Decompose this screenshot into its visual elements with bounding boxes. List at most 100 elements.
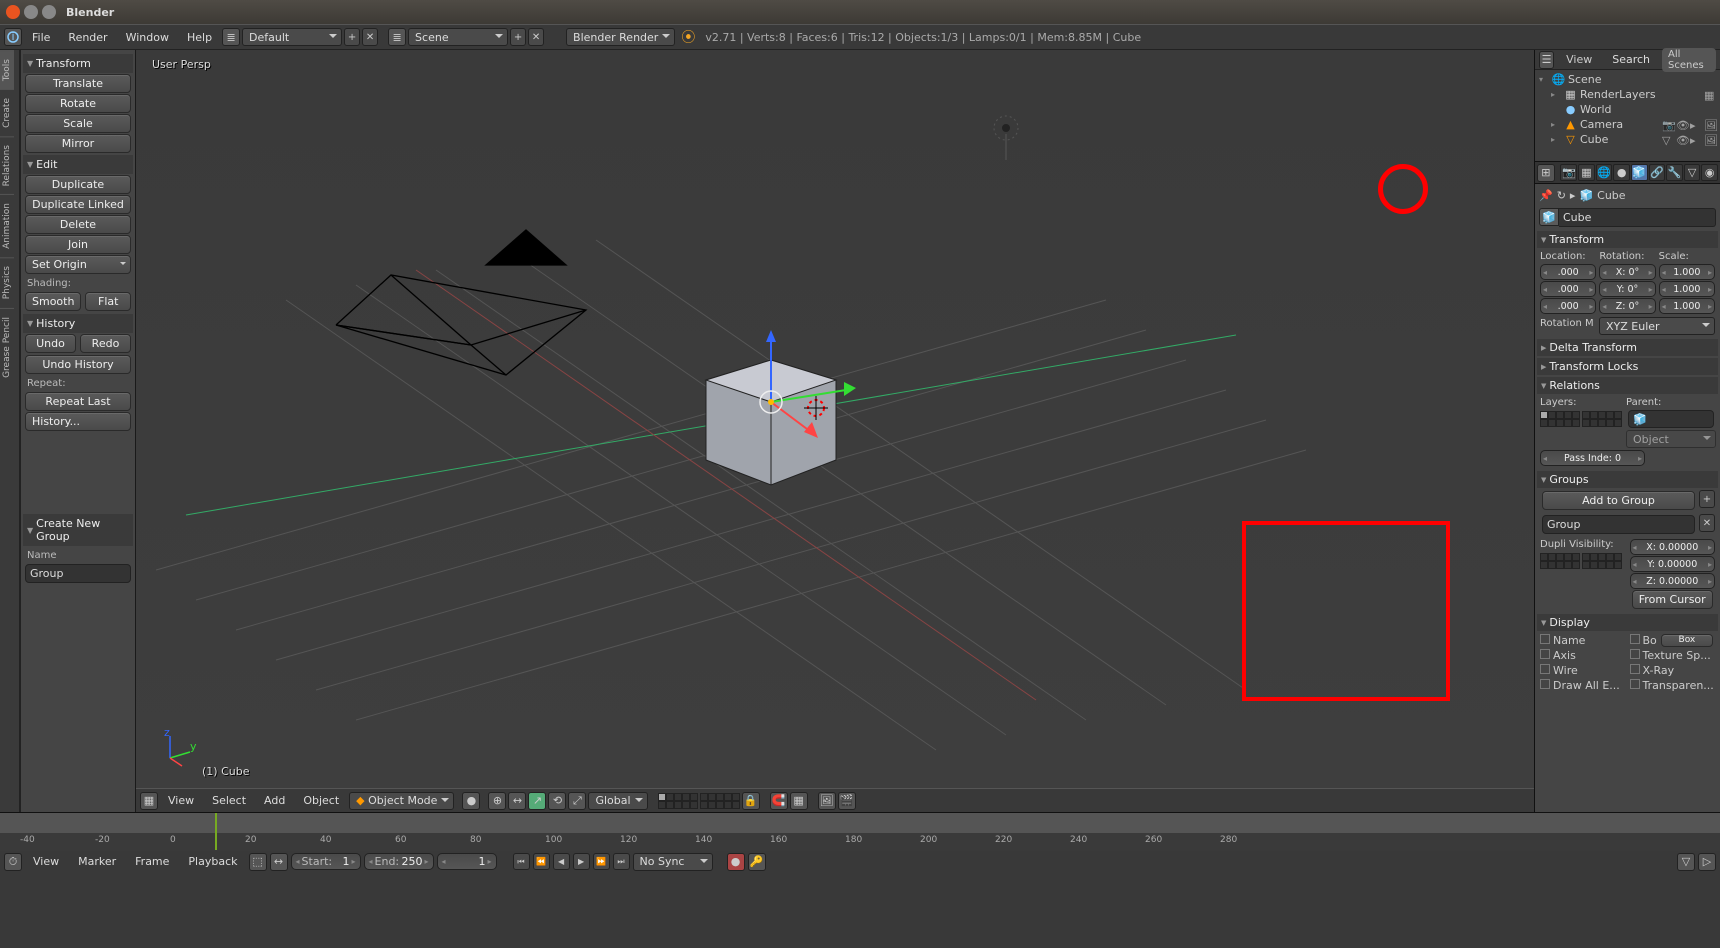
disp-wire-check[interactable]: Wire	[1553, 664, 1578, 677]
pivot-icon[interactable]: ⊕	[488, 792, 506, 810]
outliner-search[interactable]: Search	[1604, 50, 1658, 69]
layout-remove-button[interactable]: ✕	[362, 28, 378, 46]
close-icon[interactable]	[6, 5, 20, 19]
dupli-layers-grid[interactable]	[1540, 553, 1622, 569]
panel-transform-header[interactable]: Transform	[23, 54, 133, 73]
scale-gizmo-icon[interactable]: ⤢	[568, 792, 586, 810]
marker-next-icon[interactable]: ▷	[1698, 853, 1716, 871]
props-locks-header[interactable]: Transform Locks	[1537, 358, 1718, 375]
current-frame-field[interactable]: 1	[437, 853, 497, 870]
dupli-z-field[interactable]: Z: 0.00000	[1630, 573, 1716, 589]
jump-end-button[interactable]: ⏭	[613, 853, 630, 870]
tab-relations[interactable]: Relations	[0, 136, 14, 194]
outliner-filter[interactable]: All Scenes	[1662, 48, 1716, 72]
panel-history-header[interactable]: History	[23, 314, 133, 333]
disp-xray-check[interactable]: X-Ray	[1643, 664, 1675, 677]
rotmode-dropdown[interactable]: XYZ Euler	[1599, 317, 1715, 335]
loc-z-field[interactable]: .000	[1540, 298, 1596, 314]
scale-y-field[interactable]: 1.000	[1659, 281, 1715, 297]
menu-file[interactable]: File	[24, 28, 58, 47]
disp-tex-check[interactable]: Texture Sp...	[1643, 649, 1711, 662]
shading-solid-icon[interactable]: ●	[462, 792, 480, 810]
redo-button[interactable]: Redo	[80, 334, 131, 353]
parent-type-dropdown[interactable]: Object	[1626, 430, 1716, 448]
tree-world[interactable]: ●World	[1537, 102, 1718, 117]
editor-type-outliner-icon[interactable]: ☰	[1539, 51, 1554, 69]
remove-group-button[interactable]: ✕	[1699, 514, 1715, 532]
vp-menu-object[interactable]: Object	[295, 791, 347, 810]
layout-dropdown[interactable]: Default	[242, 28, 342, 46]
rotate-gizmo-icon[interactable]: ⟲	[548, 792, 566, 810]
maximize-icon[interactable]	[42, 5, 56, 19]
pin-icon[interactable]: 📌	[1539, 189, 1553, 202]
vp-menu-select[interactable]: Select	[204, 791, 254, 810]
undo-button[interactable]: Undo	[25, 334, 76, 353]
render-preview-icon[interactable]: 🖼	[818, 792, 836, 810]
join-button[interactable]: Join	[25, 235, 131, 254]
vp-menu-view[interactable]: View	[160, 791, 202, 810]
tree-cube[interactable]: ▸▽Cube▽👁▸🖼	[1537, 132, 1718, 147]
tab-constraints-icon[interactable]: 🔗	[1649, 164, 1666, 181]
play-button[interactable]: ▶	[573, 853, 590, 870]
tab-object-icon[interactable]: 🧊	[1631, 164, 1648, 181]
tab-material-icon[interactable]: ◉	[1701, 164, 1718, 181]
layout-browse-icon[interactable]: ≣	[222, 28, 240, 46]
tree-camera[interactable]: ▸▲Camera📷👁▸🖼	[1537, 117, 1718, 132]
editor-type-3dview-icon[interactable]: ▦	[140, 792, 158, 810]
tree-scene[interactable]: ▾🌐Scene	[1537, 72, 1718, 87]
rot-y-field[interactable]: Y: 0°	[1599, 281, 1655, 297]
history-list-button[interactable]: History...	[25, 412, 131, 431]
parent-field[interactable]: 🧊	[1628, 410, 1714, 428]
mode-dropdown[interactable]: ◆ Object Mode	[349, 792, 454, 810]
add-to-group-button[interactable]: Add to Group	[1542, 491, 1695, 510]
keying-set-icon[interactable]: 🔑	[748, 853, 766, 871]
tab-modifiers-icon[interactable]: 🔧	[1666, 164, 1683, 181]
jump-start-button[interactable]: ⏮	[513, 853, 530, 870]
marker-add-icon[interactable]: ▽	[1677, 853, 1695, 871]
menu-window[interactable]: Window	[118, 28, 177, 47]
next-key-button[interactable]: ⏩	[593, 853, 610, 870]
start-frame-field[interactable]: Start:1	[291, 853, 361, 870]
disp-box-button[interactable]: Box	[1661, 634, 1713, 647]
pass-index-field[interactable]: Pass Inde: 0	[1540, 450, 1645, 466]
editor-type-info-icon[interactable]: i	[4, 28, 22, 46]
layers-grid[interactable]	[1540, 411, 1622, 427]
panel-edit-header[interactable]: Edit	[23, 155, 133, 174]
editor-type-timeline-icon[interactable]: ⏱	[4, 853, 22, 871]
tab-grease-pencil[interactable]: Grease Pencil	[0, 308, 14, 386]
disp-bo-check[interactable]: Bo	[1643, 634, 1657, 647]
sync-dropdown[interactable]: No Sync	[633, 853, 713, 871]
tab-scene-icon[interactable]: 🌐	[1596, 164, 1613, 181]
orientation-dropdown[interactable]: Global	[588, 792, 647, 810]
scale-button[interactable]: Scale	[25, 114, 131, 133]
tl-menu-frame[interactable]: Frame	[127, 852, 177, 871]
props-display-header[interactable]: Display	[1537, 614, 1718, 631]
tab-create[interactable]: Create	[0, 89, 14, 136]
timeline-cursor[interactable]	[215, 813, 217, 850]
delete-button[interactable]: Delete	[25, 215, 131, 234]
undo-history-button[interactable]: Undo History	[25, 355, 131, 374]
dupli-y-field[interactable]: Y: 0.00000	[1630, 556, 1716, 572]
end-frame-field[interactable]: End:250	[364, 853, 434, 870]
object-name-field[interactable]: Cube	[1559, 208, 1716, 227]
translate-button[interactable]: Translate	[25, 74, 131, 93]
add-group-plus-button[interactable]: +	[1699, 490, 1715, 508]
lock-layers-icon[interactable]: 🔒	[742, 792, 760, 810]
snap-toggle-icon[interactable]: 🧲	[770, 792, 788, 810]
mirror-button[interactable]: Mirror	[25, 134, 131, 153]
set-origin-dropdown[interactable]: Set Origin	[25, 255, 131, 274]
flat-button[interactable]: Flat	[85, 292, 131, 311]
loc-x-field[interactable]: .000	[1540, 264, 1596, 280]
menu-help[interactable]: Help	[179, 28, 220, 47]
rotate-button[interactable]: Rotate	[25, 94, 131, 113]
scale-x-field[interactable]: 1.000	[1659, 264, 1715, 280]
tl-menu-playback[interactable]: Playback	[180, 852, 245, 871]
scene-dropdown[interactable]: Scene	[408, 28, 508, 46]
scene-remove-button[interactable]: ✕	[528, 28, 544, 46]
minimize-icon[interactable]	[24, 5, 38, 19]
disp-axis-check[interactable]: Axis	[1553, 649, 1576, 662]
render-engine-dropdown[interactable]: Blender Render	[566, 28, 675, 46]
scene-browse-icon[interactable]: ≣	[388, 28, 406, 46]
rot-z-field[interactable]: Z: 0°	[1599, 298, 1655, 314]
group-name-prop-field[interactable]: Group	[1542, 515, 1695, 534]
